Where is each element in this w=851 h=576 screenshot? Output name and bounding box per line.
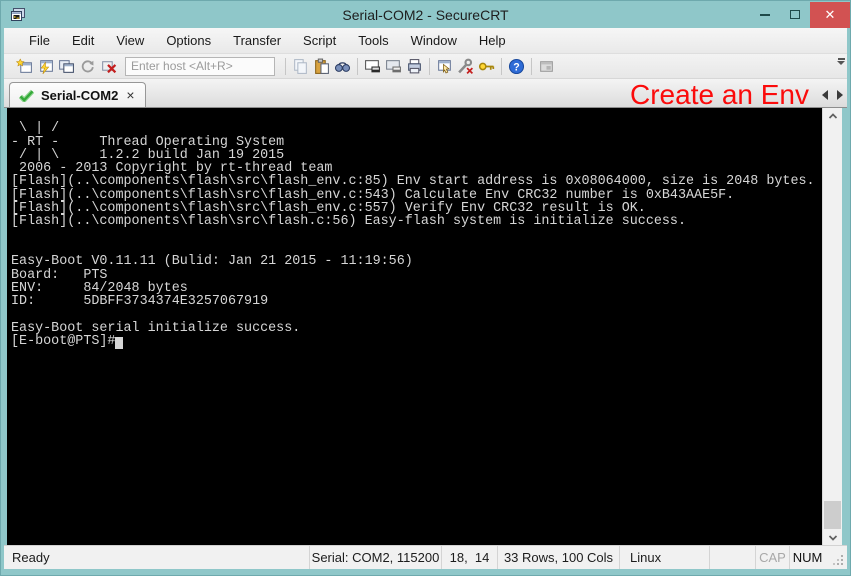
annotation-create-an-env: Create an Env bbox=[630, 79, 809, 111]
global-options-icon[interactable] bbox=[455, 56, 476, 77]
terminal-area: \ | / - RT - Thread Operating System / |… bbox=[7, 108, 842, 545]
terminal-cursor bbox=[115, 337, 123, 349]
find-icon[interactable] bbox=[332, 56, 353, 77]
toolbar-separator bbox=[285, 58, 286, 75]
menu-script[interactable]: Script bbox=[292, 29, 347, 52]
session-options-icon[interactable] bbox=[434, 56, 455, 77]
help-icon[interactable]: ? bbox=[506, 56, 527, 77]
terminal-prompt-line: [E-boot@PTS]# bbox=[11, 335, 822, 349]
paste-icon[interactable] bbox=[311, 56, 332, 77]
new-session-icon[interactable] bbox=[14, 56, 35, 77]
menu-options[interactable]: Options bbox=[155, 29, 222, 52]
key-icon[interactable] bbox=[476, 56, 497, 77]
status-caps-lock: CAP bbox=[755, 546, 789, 569]
print-screen-icon[interactable] bbox=[362, 56, 383, 77]
status-ready: Ready bbox=[4, 546, 309, 569]
securefx-icon[interactable] bbox=[536, 56, 557, 77]
print-preview-icon[interactable] bbox=[383, 56, 404, 77]
scroll-up-icon[interactable] bbox=[823, 108, 842, 123]
status-serial: Serial: COM2, 115200 bbox=[309, 546, 441, 569]
window-controls: ✕ bbox=[750, 2, 850, 28]
toolbar-separator bbox=[357, 58, 358, 75]
toolbar-separator bbox=[501, 58, 502, 75]
resize-grip[interactable] bbox=[825, 546, 847, 569]
terminal-prompt: [E-boot@PTS]# bbox=[11, 334, 115, 349]
tab-bar: Serial-COM2 × Create an Env bbox=[4, 79, 847, 108]
securecrt-app-icon[interactable] bbox=[9, 6, 27, 24]
reconnect-icon[interactable] bbox=[77, 56, 98, 77]
connect-in-tab-icon[interactable] bbox=[56, 56, 77, 77]
tab-scroll-right-icon[interactable] bbox=[837, 90, 843, 100]
menu-transfer[interactable]: Transfer bbox=[222, 29, 292, 52]
window-title: Serial-COM2 - SecureCRT bbox=[1, 7, 850, 23]
quick-connect-icon[interactable] bbox=[35, 56, 56, 77]
menu-edit[interactable]: Edit bbox=[61, 29, 105, 52]
toolbar-separator bbox=[531, 58, 532, 75]
menu-view[interactable]: View bbox=[105, 29, 155, 52]
menu-bar: File Edit View Options Transfer Script T… bbox=[4, 28, 847, 54]
status-blank bbox=[709, 546, 755, 569]
toolbar-separator bbox=[429, 58, 430, 75]
toolbar: ? bbox=[4, 54, 847, 79]
status-bar: Ready Serial: COM2, 115200 18, 14 33 Row… bbox=[4, 545, 847, 569]
scrollbar-track[interactable] bbox=[823, 123, 842, 530]
tab-label: Serial-COM2 bbox=[41, 88, 118, 103]
toolbar-overflow-icon[interactable] bbox=[837, 58, 845, 65]
tab-scrollers bbox=[822, 90, 843, 100]
copy-icon[interactable] bbox=[290, 56, 311, 77]
tab-close-icon[interactable]: × bbox=[125, 88, 135, 102]
terminal-output: \ | / - RT - Thread Operating System / |… bbox=[11, 109, 822, 335]
menu-file[interactable]: File bbox=[18, 29, 61, 52]
svg-text:?: ? bbox=[513, 61, 519, 73]
tab-serial-com2[interactable]: Serial-COM2 × bbox=[9, 82, 146, 107]
status-emulation: Linux bbox=[619, 546, 709, 569]
menu-window[interactable]: Window bbox=[400, 29, 468, 52]
menu-tools[interactable]: Tools bbox=[347, 29, 399, 52]
tab-scroll-left-icon[interactable] bbox=[822, 90, 828, 100]
terminal-screen[interactable]: \ | / - RT - Thread Operating System / |… bbox=[7, 108, 822, 545]
status-terminal-size: 33 Rows, 100 Cols bbox=[497, 546, 619, 569]
scroll-down-icon[interactable] bbox=[823, 530, 842, 545]
disconnect-icon[interactable] bbox=[98, 56, 119, 77]
menu-help[interactable]: Help bbox=[468, 29, 517, 52]
print-icon[interactable] bbox=[404, 56, 425, 77]
session-connected-icon bbox=[19, 89, 34, 102]
host-input[interactable] bbox=[125, 57, 275, 76]
status-cursor-position: 18, 14 bbox=[441, 546, 497, 569]
minimize-icon[interactable] bbox=[750, 2, 780, 28]
close-icon[interactable]: ✕ bbox=[810, 2, 850, 28]
securecrt-window: Serial-COM2 - SecureCRT ✕ File Edit View… bbox=[0, 0, 851, 576]
vertical-scrollbar[interactable] bbox=[822, 108, 842, 545]
title-bar[interactable]: Serial-COM2 - SecureCRT ✕ bbox=[1, 1, 850, 28]
status-num-lock: NUM bbox=[789, 546, 825, 569]
maximize-icon[interactable] bbox=[780, 2, 810, 28]
scrollbar-thumb[interactable] bbox=[824, 501, 841, 529]
